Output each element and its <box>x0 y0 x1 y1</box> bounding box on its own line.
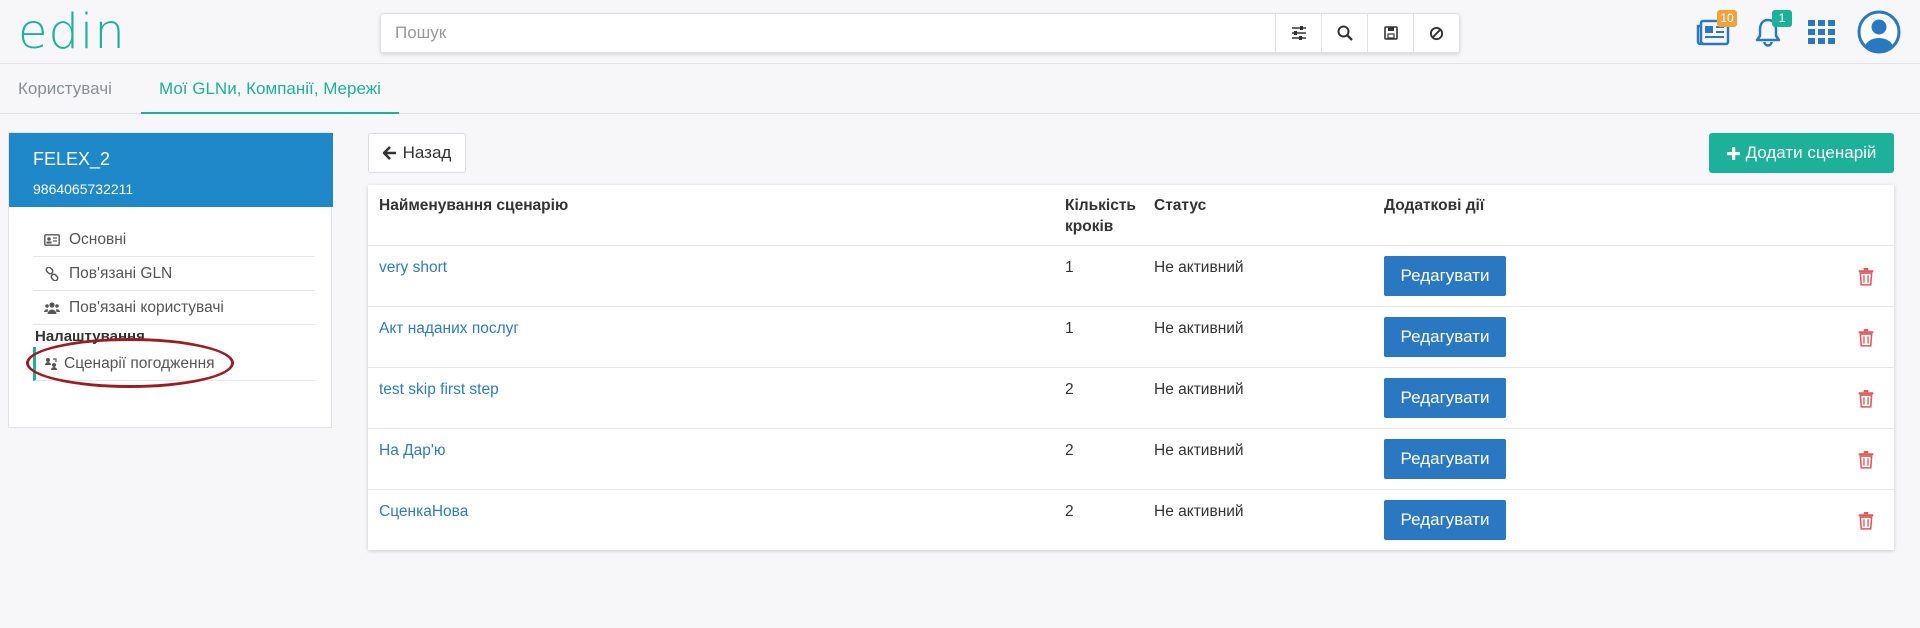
search-bar <box>380 13 1460 53</box>
company-header: FELEX_2 9864065732211 <box>9 133 333 207</box>
column-header-steps: Кількість кроків <box>1065 197 1136 235</box>
company-sidebar: FELEX_2 9864065732211 Основні Пов'язані … <box>8 132 333 428</box>
scenario-status: Не активний <box>1154 381 1244 398</box>
company-gln: 9864065732211 <box>33 181 134 197</box>
news-button[interactable]: 10 <box>1693 10 1737 52</box>
save-search-button[interactable] <box>1367 14 1413 52</box>
column-header-name: Найменування сценарію <box>379 197 569 214</box>
save-icon <box>1383 26 1398 40</box>
user-profile-icon <box>1857 10 1901 54</box>
column-header-actions: Додаткові дії <box>1384 197 1485 214</box>
scenarios-table: Найменування сценарію Кількість кроків С… <box>368 185 1894 550</box>
approval-scenario-icon <box>42 357 60 371</box>
logo-text: edin <box>18 4 126 60</box>
table-row: Акт наданих послуг 1 Не активний Редагув… <box>368 307 1894 368</box>
arrow-left-icon <box>382 146 396 160</box>
tab-label: Користувачі <box>18 79 112 98</box>
scenario-name-link[interactable]: СценкаНова <box>379 502 468 522</box>
tab-my-glns[interactable]: Мої GLNи, Компанії, Мережі <box>141 65 399 114</box>
sidebar-item-label: Сценарії погодження <box>64 354 215 372</box>
scenario-steps: 1 <box>1065 320 1074 337</box>
user-avatar[interactable] <box>1856 9 1902 55</box>
plus-icon <box>1726 146 1740 160</box>
sidebar-item-linked-users[interactable]: Пов'язані користувачі <box>33 291 315 325</box>
sidebar-item-label: Пов'язані GLN <box>69 264 173 282</box>
scenario-status: Не активний <box>1154 259 1244 276</box>
company-name: FELEX_2 <box>33 149 111 169</box>
scenario-name-link[interactable]: Акт наданих послуг <box>379 319 519 339</box>
users-icon <box>43 301 61 314</box>
table-row: СценкаНова 2 Не активний Редагувати <box>368 490 1894 551</box>
add-scenario-button[interactable]: Додати сценарій <box>1709 133 1894 173</box>
back-label: Назад <box>402 143 452 162</box>
sidebar-item-approval-scenarios[interactable]: Сценарії погодження <box>33 347 315 381</box>
clear-search-button[interactable] <box>1413 14 1459 52</box>
trash-icon[interactable] <box>1858 451 1874 469</box>
table-row: На Дар'ю 2 Не активний Редагувати <box>368 429 1894 490</box>
table-row: test skip first step 2 Не активний Редаг… <box>368 368 1894 429</box>
edit-button[interactable]: Редагувати <box>1384 500 1506 540</box>
edit-button[interactable]: Редагувати <box>1384 439 1506 479</box>
column-header-status: Статус <box>1154 197 1207 214</box>
filter-settings-button[interactable] <box>1275 14 1321 52</box>
settings-section-title: Налаштування <box>35 328 145 345</box>
scenario-name-link[interactable]: very short <box>379 258 447 278</box>
link-icon <box>43 266 61 281</box>
scenario-status: Не активний <box>1154 320 1244 337</box>
scenario-steps: 1 <box>1065 259 1074 276</box>
scenario-name-link[interactable]: test skip first step <box>379 380 499 400</box>
id-card-icon <box>43 233 61 246</box>
news-badge: 10 <box>1717 10 1737 27</box>
sidebar-menu: Основні Пов'язані GLN Пов'язані користув… <box>33 223 315 381</box>
notifications-button[interactable]: 1 <box>1748 10 1792 52</box>
add-scenario-label: Додати сценарій <box>1745 143 1877 162</box>
scenario-steps: 2 <box>1065 381 1074 398</box>
scenario-status: Не активний <box>1154 503 1244 520</box>
top-header: edin Пошук 10 1 <box>0 0 1920 64</box>
tab-label: Мої GLNи, Компанії, Мережі <box>159 79 381 98</box>
scenario-steps: 2 <box>1065 503 1074 520</box>
scenario-steps: 2 <box>1065 442 1074 459</box>
apps-grid-icon <box>1808 20 1835 44</box>
search-icon <box>1337 25 1353 41</box>
edit-button[interactable]: Редагувати <box>1384 256 1506 296</box>
apps-menu-button[interactable] <box>1802 12 1842 52</box>
sliders-icon <box>1291 26 1306 40</box>
trash-icon[interactable] <box>1858 390 1874 408</box>
tab-bar: Користувачі Мої GLNи, Компанії, Мережі <box>0 65 1920 114</box>
back-button[interactable]: Назад <box>368 133 466 173</box>
trash-icon[interactable] <box>1858 268 1874 286</box>
sidebar-item-label: Основні <box>69 230 127 248</box>
sidebar-item-linked-gln[interactable]: Пов'язані GLN <box>33 257 315 291</box>
tab-users[interactable]: Користувачі <box>18 65 112 114</box>
search-button[interactable] <box>1321 14 1367 52</box>
search-input[interactable] <box>381 14 1275 52</box>
scenario-status: Не активний <box>1154 442 1244 459</box>
trash-icon[interactable] <box>1858 329 1874 347</box>
notifications-badge: 1 <box>1772 10 1792 27</box>
edit-button[interactable]: Редагувати <box>1384 378 1506 418</box>
ban-icon <box>1429 26 1444 40</box>
edit-button[interactable]: Редагувати <box>1384 317 1506 357</box>
table-row: very short 1 Не активний Редагувати <box>368 246 1894 307</box>
edin-logo[interactable]: edin <box>18 4 126 60</box>
sidebar-item-general[interactable]: Основні <box>33 223 315 257</box>
scenario-name-link[interactable]: На Дар'ю <box>379 441 445 461</box>
sidebar-item-label: Пов'язані користувачі <box>69 298 224 316</box>
trash-icon[interactable] <box>1858 512 1874 530</box>
